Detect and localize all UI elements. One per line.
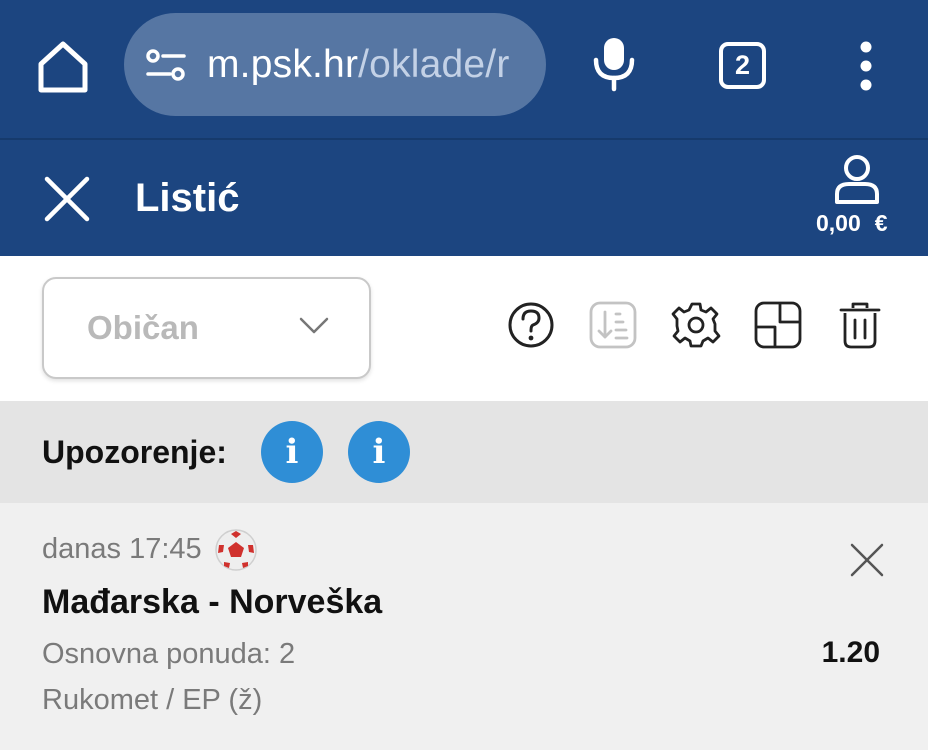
- page-title: Listić: [135, 176, 240, 220]
- event-time: danas 17:45: [42, 533, 202, 565]
- close-button[interactable]: [42, 174, 92, 224]
- settings-icon: [671, 302, 721, 348]
- ticket-type-value: Običan: [87, 309, 199, 346]
- help-button[interactable]: [506, 300, 556, 350]
- balance-currency: €: [874, 210, 888, 236]
- betslip-toolbar: Običan: [0, 256, 928, 401]
- bet-odds: 1.20: [821, 636, 880, 669]
- sort-button[interactable]: [588, 300, 638, 350]
- betslip-header: Listić 0,00 €: [0, 138, 928, 256]
- settings-button[interactable]: [671, 300, 721, 350]
- close-icon: [850, 543, 884, 577]
- trash-icon: [839, 302, 881, 349]
- close-icon: [44, 176, 90, 222]
- handball-icon: [215, 529, 257, 571]
- mic-icon: [593, 38, 635, 92]
- delete-button[interactable]: [835, 300, 885, 350]
- match-name: Mađarska - Norveška: [42, 583, 383, 621]
- sport-league: Rukomet / EP (ž): [42, 684, 263, 716]
- warning-bar: Upozorenje: i i: [0, 401, 928, 503]
- help-icon: [508, 302, 554, 348]
- account-balance: 0,00 €: [816, 210, 888, 237]
- url-path: /oklade/r: [358, 43, 510, 86]
- url-text[interactable]: m.psk.hr/oklade/r: [207, 42, 510, 88]
- more-vert-icon: [860, 41, 872, 91]
- split-icon: [754, 301, 802, 349]
- url-host: m.psk.hr: [207, 43, 359, 86]
- voice-search-button[interactable]: [592, 36, 636, 92]
- home-icon: [38, 41, 88, 93]
- chevron-down-icon: [299, 317, 329, 334]
- info-icon[interactable]: i: [348, 421, 410, 483]
- bet-offer: Osnovna ponuda: 2: [42, 638, 296, 670]
- bet-selection-card: danas 17:45 Mađarska - Norveška Osnovna …: [0, 503, 928, 750]
- address-bar[interactable]: m.psk.hr/oklade/r: [124, 13, 546, 116]
- info-icon[interactable]: i: [261, 421, 323, 483]
- balance-amount: 0,00: [816, 210, 861, 236]
- sort-icon: [589, 301, 637, 349]
- site-settings-icon[interactable]: [146, 49, 186, 81]
- browser-toolbar: m.psk.hr/oklade/r 2: [0, 0, 928, 138]
- warning-label: Upozorenje:: [42, 434, 227, 470]
- tabs-button[interactable]: 2: [719, 42, 766, 89]
- more-menu-button[interactable]: [852, 40, 880, 92]
- remove-selection-button[interactable]: [848, 541, 886, 579]
- account-button[interactable]: 0,00 €: [810, 154, 910, 244]
- split-button[interactable]: [753, 300, 803, 350]
- ticket-type-dropdown[interactable]: Običan: [42, 277, 371, 379]
- home-button[interactable]: [36, 38, 90, 96]
- account-icon: [835, 155, 879, 204]
